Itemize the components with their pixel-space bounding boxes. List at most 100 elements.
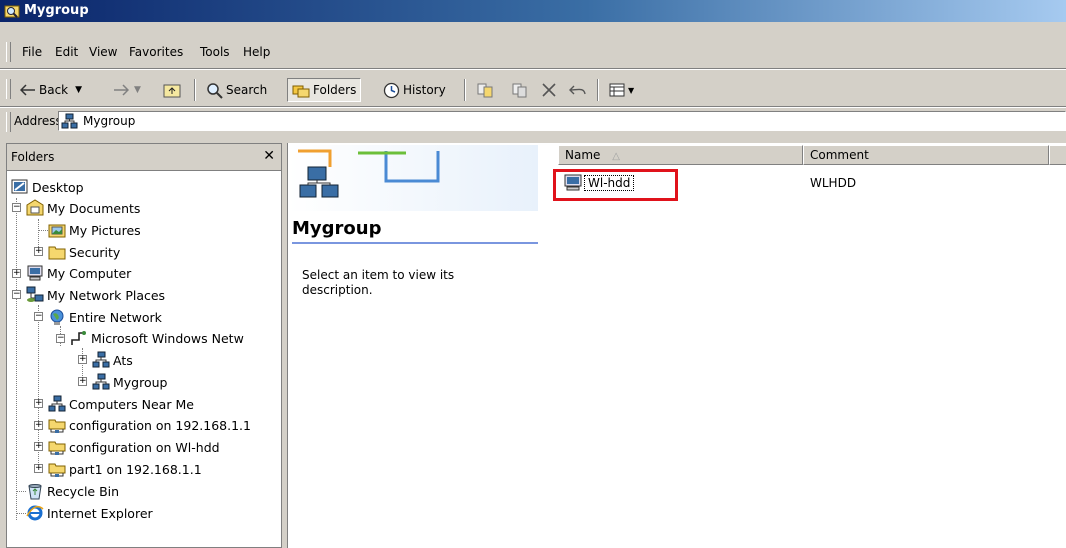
close-icon[interactable]: ✕ bbox=[263, 148, 275, 164]
column-header-extra[interactable] bbox=[1049, 145, 1066, 165]
tree-item-my-documents[interactable]: My Documents bbox=[26, 198, 140, 218]
tree-item-mygroup[interactable]: Mygroup bbox=[92, 372, 168, 392]
search-icon bbox=[207, 82, 223, 99]
undo-button[interactable] bbox=[569, 79, 587, 101]
expand-icon[interactable]: + bbox=[34, 442, 43, 451]
back-button[interactable]: Back ▼ bbox=[20, 79, 82, 101]
tree-item-internet-explorer[interactable]: Internet Explorer bbox=[26, 503, 153, 523]
tree-item-label: Ats bbox=[113, 352, 133, 368]
tree-item-security[interactable]: Security bbox=[48, 242, 120, 262]
menu-favorites[interactable]: Favorites bbox=[129, 45, 183, 59]
tree-item-label: Computers Near Me bbox=[69, 396, 194, 412]
tree-item-label: Microsoft Windows Netw bbox=[91, 330, 244, 346]
tree-item-label: part1 on 192.168.1.1 bbox=[69, 461, 202, 477]
search-button[interactable]: Search bbox=[206, 79, 267, 101]
address-bar: Address Mygroup bbox=[0, 110, 1066, 134]
tree-item-my-network-places[interactable]: My Network Places bbox=[26, 285, 165, 305]
menu-bar: File Edit View Favorites Tools Help bbox=[0, 41, 1066, 65]
tree-item-part1[interactable]: part1 on 192.168.1.1 bbox=[48, 459, 202, 479]
forward-button[interactable]: ▼ bbox=[113, 79, 141, 101]
copy-to-icon bbox=[512, 83, 527, 98]
address-value: Mygroup bbox=[83, 114, 136, 128]
menubar-grip[interactable] bbox=[6, 42, 11, 62]
tree-item-label: My Computer bbox=[47, 265, 132, 281]
folders-pane-header: Folders ✕ bbox=[7, 144, 281, 171]
expand-icon[interactable]: + bbox=[34, 421, 43, 430]
folders-pane-title: Folders bbox=[11, 150, 55, 164]
highlight-box bbox=[553, 169, 678, 201]
back-dropdown-icon[interactable]: ▼ bbox=[75, 85, 82, 95]
toolbar-grip[interactable] bbox=[6, 79, 11, 99]
history-button[interactable]: History bbox=[383, 79, 446, 101]
tree-item-entire-network[interactable]: Entire Network bbox=[48, 307, 162, 327]
webview-divider bbox=[292, 242, 538, 244]
tree-item-label: Desktop bbox=[32, 179, 84, 195]
menu-file[interactable]: File bbox=[22, 45, 42, 59]
address-label: Address bbox=[14, 114, 62, 128]
collapse-icon[interactable]: − bbox=[56, 334, 65, 343]
collapse-icon[interactable]: − bbox=[34, 312, 43, 321]
tree-item-label: Security bbox=[69, 244, 121, 260]
history-icon bbox=[383, 82, 400, 98]
column-header-comment[interactable]: Comment bbox=[803, 145, 1049, 165]
tree-item-my-computer[interactable]: My Computer bbox=[26, 263, 131, 283]
tree-item-microsoft-windows-network[interactable]: Microsoft Windows Netw bbox=[70, 328, 244, 348]
menu-tools[interactable]: Tools bbox=[200, 45, 230, 59]
views-dropdown-icon[interactable]: ▼ bbox=[628, 86, 634, 95]
expand-icon[interactable]: + bbox=[78, 377, 87, 386]
copy-to-button[interactable] bbox=[511, 79, 529, 101]
views-icon bbox=[609, 83, 625, 97]
delete-button[interactable] bbox=[541, 79, 557, 101]
webview-banner-graphic bbox=[288, 145, 538, 211]
webview-description: Select an item to view its description. bbox=[302, 268, 455, 297]
collapse-icon[interactable]: − bbox=[12, 203, 21, 212]
expand-icon[interactable]: + bbox=[34, 464, 43, 473]
workgroup-icon bbox=[92, 373, 110, 390]
search-label: Search bbox=[226, 83, 268, 97]
up-folder-button[interactable] bbox=[163, 79, 181, 101]
tree-item-ats[interactable]: Ats bbox=[92, 350, 133, 370]
tree-item-my-pictures[interactable]: My Pictures bbox=[48, 220, 141, 240]
views-button[interactable]: ▼ bbox=[609, 79, 634, 101]
recycle-bin-icon bbox=[28, 484, 42, 500]
tree-item-configuration-wl-hdd[interactable]: configuration on Wl-hdd bbox=[48, 437, 220, 457]
window-title: Mygroup bbox=[24, 3, 89, 18]
tree-item-recycle-bin[interactable]: Recycle Bin bbox=[26, 481, 119, 501]
my-pictures-icon bbox=[48, 224, 66, 238]
tree-item-computers-near-me[interactable]: Computers Near Me bbox=[48, 394, 194, 414]
list-item-comment: WLHDD bbox=[810, 176, 857, 190]
workgroup-icon bbox=[61, 113, 78, 129]
column-header-name[interactable]: Name △ bbox=[558, 145, 803, 165]
tree-line bbox=[16, 198, 17, 520]
folders-icon bbox=[292, 85, 310, 98]
move-to-button[interactable] bbox=[476, 79, 494, 101]
addressbar-grip[interactable] bbox=[6, 112, 11, 132]
menu-view[interactable]: View bbox=[89, 45, 117, 59]
tree-item-label: configuration on 192.168.1.1 bbox=[69, 417, 251, 433]
expand-icon[interactable]: + bbox=[34, 247, 43, 256]
menu-edit[interactable]: Edit bbox=[55, 45, 78, 59]
my-documents-icon bbox=[26, 199, 44, 216]
forward-dropdown-icon[interactable]: ▼ bbox=[134, 85, 141, 95]
folders-button[interactable]: Folders bbox=[287, 78, 362, 102]
expand-icon[interactable]: + bbox=[78, 355, 87, 364]
expand-icon[interactable]: + bbox=[12, 269, 21, 278]
tree-item-configuration-192[interactable]: configuration on 192.168.1.1 bbox=[48, 415, 251, 435]
network-share-icon bbox=[48, 419, 66, 433]
network-share-icon bbox=[48, 463, 66, 477]
my-computer-icon bbox=[27, 265, 43, 281]
title-bar: Mygroup bbox=[0, 0, 1066, 22]
move-to-icon bbox=[477, 83, 493, 98]
collapse-icon[interactable]: − bbox=[12, 290, 21, 299]
content-area: Mygroup Select an item to view its descr… bbox=[287, 143, 1066, 548]
column-header-label: Comment bbox=[810, 148, 869, 162]
column-header-label: Name bbox=[565, 148, 601, 162]
tree-item-desktop[interactable]: Desktop bbox=[11, 177, 84, 197]
expand-icon[interactable]: + bbox=[34, 399, 43, 408]
menu-help[interactable]: Help bbox=[243, 45, 270, 59]
standard-toolbar: Back ▼ ▼ Search Folders History ▼ bbox=[0, 75, 1066, 105]
tree-item-label: Recycle Bin bbox=[47, 483, 120, 499]
address-input[interactable]: Mygroup bbox=[58, 111, 1066, 131]
tree-item-label: Mygroup bbox=[113, 374, 168, 390]
toolbar-separator bbox=[597, 79, 599, 101]
